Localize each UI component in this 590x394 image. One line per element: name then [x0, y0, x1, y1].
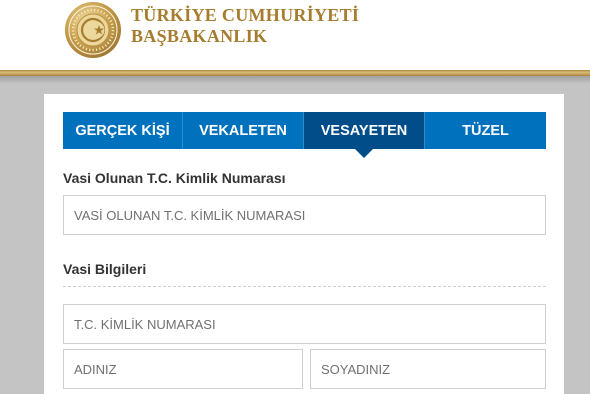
ward-tc-input[interactable]: [63, 195, 546, 235]
tab-tuzel[interactable]: TÜZEL: [425, 112, 546, 149]
tab-label: TÜZEL: [462, 122, 509, 139]
applicant-type-tabs: GERÇEK KİŞİ VEKALETEN VESAYETEN TÜZEL: [63, 112, 546, 158]
tab-vekaleten[interactable]: VEKALETEN: [183, 112, 304, 149]
prime-ministry-seal-icon[interactable]: [64, 1, 122, 59]
first-name-input[interactable]: [63, 349, 303, 389]
tc-number-input[interactable]: [63, 304, 546, 344]
brand-title-line2[interactable]: BAŞBAKANLIK: [131, 26, 267, 47]
active-tab-pointer-icon: [355, 149, 373, 158]
header-shadow: [0, 76, 590, 84]
tab-label: VESAYETEN: [320, 122, 408, 139]
section-divider: [63, 286, 546, 287]
tab-label: VEKALETEN: [199, 122, 287, 139]
ward-tc-section-label: Vasi Olunan T.C. Kimlik Numarası: [63, 170, 286, 186]
last-name-input[interactable]: [310, 349, 546, 389]
guardian-info-section-label: Vasi Bilgileri: [63, 261, 147, 277]
site-header: TÜRKİYE CUMHURİYETİ BAŞBAKANLIK: [0, 0, 590, 70]
tab-vesayeten[interactable]: VESAYETEN: [304, 112, 425, 158]
brand-title-line1[interactable]: TÜRKİYE CUMHURİYETİ: [131, 5, 359, 26]
tab-gercek-kisi[interactable]: GERÇEK KİŞİ: [63, 112, 183, 149]
application-form-panel: GERÇEK KİŞİ VEKALETEN VESAYETEN TÜZEL Va…: [44, 94, 564, 394]
tab-label: GERÇEK KİŞİ: [75, 122, 170, 139]
